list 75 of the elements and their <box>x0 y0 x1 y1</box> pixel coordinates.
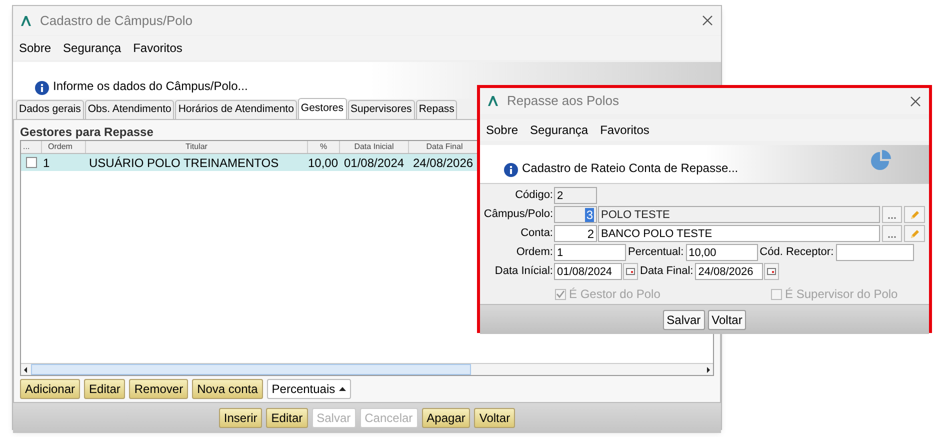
info-icon <box>35 81 49 95</box>
checkbox-label: É Gestor do Polo <box>569 286 660 303</box>
table-cell-text: 24/08/2026 <box>412 154 474 172</box>
footer-button[interactable]: Voltar <box>474 408 516 428</box>
footer-button[interactable]: Editar <box>266 408 308 428</box>
field-label: Ordem: <box>515 245 553 260</box>
input-field[interactable]: 10,00 <box>686 244 758 261</box>
close-icon[interactable] <box>702 15 713 26</box>
horizontal-scrollbar[interactable] <box>21 363 713 375</box>
window-title: Cadastro de Câmpus/Polo <box>40 12 192 30</box>
field-label: Câmpus/Polo: <box>482 207 553 222</box>
column-header[interactable]: Titular <box>86 141 308 153</box>
calendar-icon <box>626 268 635 275</box>
footer-button[interactable]: Apagar <box>422 408 470 428</box>
column-header[interactable]: % <box>308 141 340 153</box>
menu-item[interactable]: Segurança <box>63 39 122 57</box>
menu-item[interactable]: Sobre <box>19 39 52 57</box>
edit-button[interactable] <box>904 225 925 242</box>
menu-item[interactable]: Favoritos <box>133 39 182 57</box>
caret-up-icon <box>339 387 346 391</box>
input-field[interactable] <box>836 244 914 261</box>
grid-button[interactable]: Adicionar <box>20 379 80 399</box>
tab[interactable]: Dados gerais <box>16 100 84 119</box>
input-field[interactable]: 2 <box>554 187 597 204</box>
calendar-button[interactable] <box>764 263 780 280</box>
tab[interactable]: Gestores <box>298 98 347 119</box>
grid-button[interactable]: Remover <box>129 379 188 399</box>
close-icon[interactable] <box>910 96 921 106</box>
field-label: Cód. Receptor: <box>758 245 835 260</box>
app-logo-icon <box>21 16 32 26</box>
field-label: Data Inícial: <box>494 264 553 280</box>
name-field[interactable]: BANCO POLO TESTE <box>598 225 880 242</box>
table-cell-text: 1 <box>42 154 51 172</box>
grid-button[interactable]: Nova conta <box>192 379 263 399</box>
calendar-button[interactable] <box>623 263 638 280</box>
pencil-icon <box>908 228 920 240</box>
group-title: Gestores para Repasse <box>20 125 154 139</box>
grid-button[interactable]: Editar <box>84 379 126 399</box>
input-field[interactable]: 01/08/2024 <box>554 263 622 280</box>
edit-button[interactable] <box>904 206 925 223</box>
table-cell-text: 10,00 <box>308 154 340 172</box>
field-label: Conta: <box>520 226 553 242</box>
input-field[interactable]: 1 <box>554 244 626 261</box>
table-cell-text: USUÁRIO POLO TREINAMENTOS <box>88 154 280 172</box>
pencil-icon <box>908 208 920 220</box>
column-header[interactable]: Data Inicial <box>340 141 409 153</box>
search-button[interactable] <box>882 206 902 223</box>
info-icon <box>504 163 518 177</box>
calendar-icon <box>767 268 776 275</box>
footer-button[interactable]: Inserir <box>218 408 262 428</box>
dropdown-button[interactable]: Percentuais <box>266 379 352 399</box>
menu-item[interactable]: Sobre <box>486 121 518 139</box>
column-header[interactable]: ... <box>21 141 42 153</box>
checkbox-label: É Supervisor do Polo <box>785 286 898 303</box>
field-label: Código: <box>514 188 553 204</box>
dialog-button[interactable]: Salvar <box>662 310 705 330</box>
field-label: Percentual: <box>627 245 685 260</box>
table-cell-text: 01/08/2024 <box>343 154 406 172</box>
app-logo-icon <box>488 96 499 106</box>
pie-chart-icon <box>869 149 893 171</box>
row-checkbox[interactable] <box>26 157 37 168</box>
menu-item[interactable]: Favoritos <box>600 121 650 139</box>
tab[interactable]: Repass <box>416 100 458 119</box>
tab[interactable]: Horários de Atendimento <box>175 100 297 119</box>
window-title: Repasse aos Polos <box>507 92 620 110</box>
field-label: Data Final: <box>639 264 694 280</box>
tab[interactable]: Obs. Atendimento <box>84 100 174 119</box>
code-field[interactable]: 2 <box>554 225 597 242</box>
dialog-button[interactable]: Voltar <box>708 310 746 330</box>
search-button[interactable] <box>882 225 902 242</box>
column-header[interactable]: Ordem <box>42 141 86 153</box>
tab[interactable]: Supervisores <box>348 100 415 119</box>
menu-item[interactable]: Segurança <box>530 121 588 139</box>
input-field[interactable]: 24/08/2026 <box>695 263 764 280</box>
info-text: Informe os dados do Câmpus/Polo... <box>53 78 248 95</box>
